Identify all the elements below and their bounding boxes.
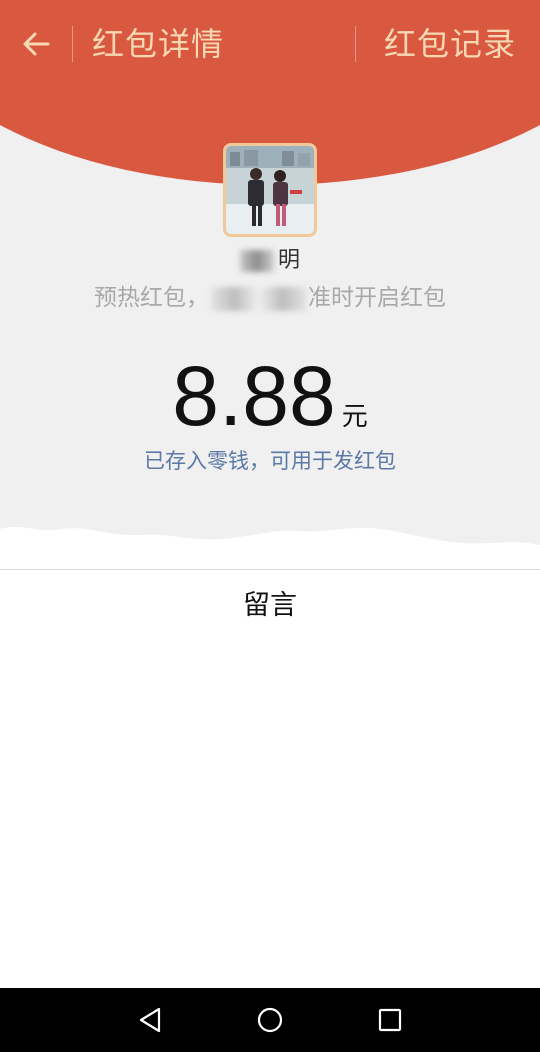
section-divider (0, 569, 540, 570)
triangle-back-icon (139, 1007, 161, 1033)
torn-paper-edge (0, 527, 540, 575)
back-button[interactable] (18, 24, 58, 64)
circle-home-icon (257, 1007, 283, 1033)
greeting-message: 预热红包， 准时开启红包 (94, 285, 446, 311)
redacted-text (211, 286, 306, 311)
nav-recents-button[interactable] (370, 1000, 410, 1040)
message-section-title: 留言 (243, 590, 297, 621)
square-recents-icon (378, 1008, 402, 1032)
nav-home-button[interactable] (250, 1000, 290, 1040)
nav-back-button[interactable] (130, 1000, 170, 1040)
redacted-text (239, 250, 274, 272)
amount-display: 8.88 元 (0, 348, 540, 444)
system-navigation-bar (0, 988, 540, 1052)
arrow-left-icon (23, 32, 50, 56)
avatar-photo (226, 146, 314, 234)
header-divider (72, 26, 73, 62)
sender-avatar[interactable] (223, 143, 317, 237)
header-divider (355, 26, 356, 62)
page-title: 红包详情 (92, 25, 225, 63)
saved-to-balance-link[interactable]: 已存入零钱，可用于发红包 (0, 446, 540, 476)
amount-value: 8.88 (172, 349, 336, 443)
top-bar: 红包详情 红包记录 (0, 0, 540, 90)
red-packet-detail-screen: 红包详情 红包记录 明 预热红包， 准时开启红包 8.88 元 已存入零钱，可用… (0, 0, 540, 1052)
amount-unit: 元 (341, 402, 368, 432)
sender-name: 明 (0, 246, 540, 276)
red-packet-records-button[interactable]: 红包记录 (384, 24, 516, 64)
